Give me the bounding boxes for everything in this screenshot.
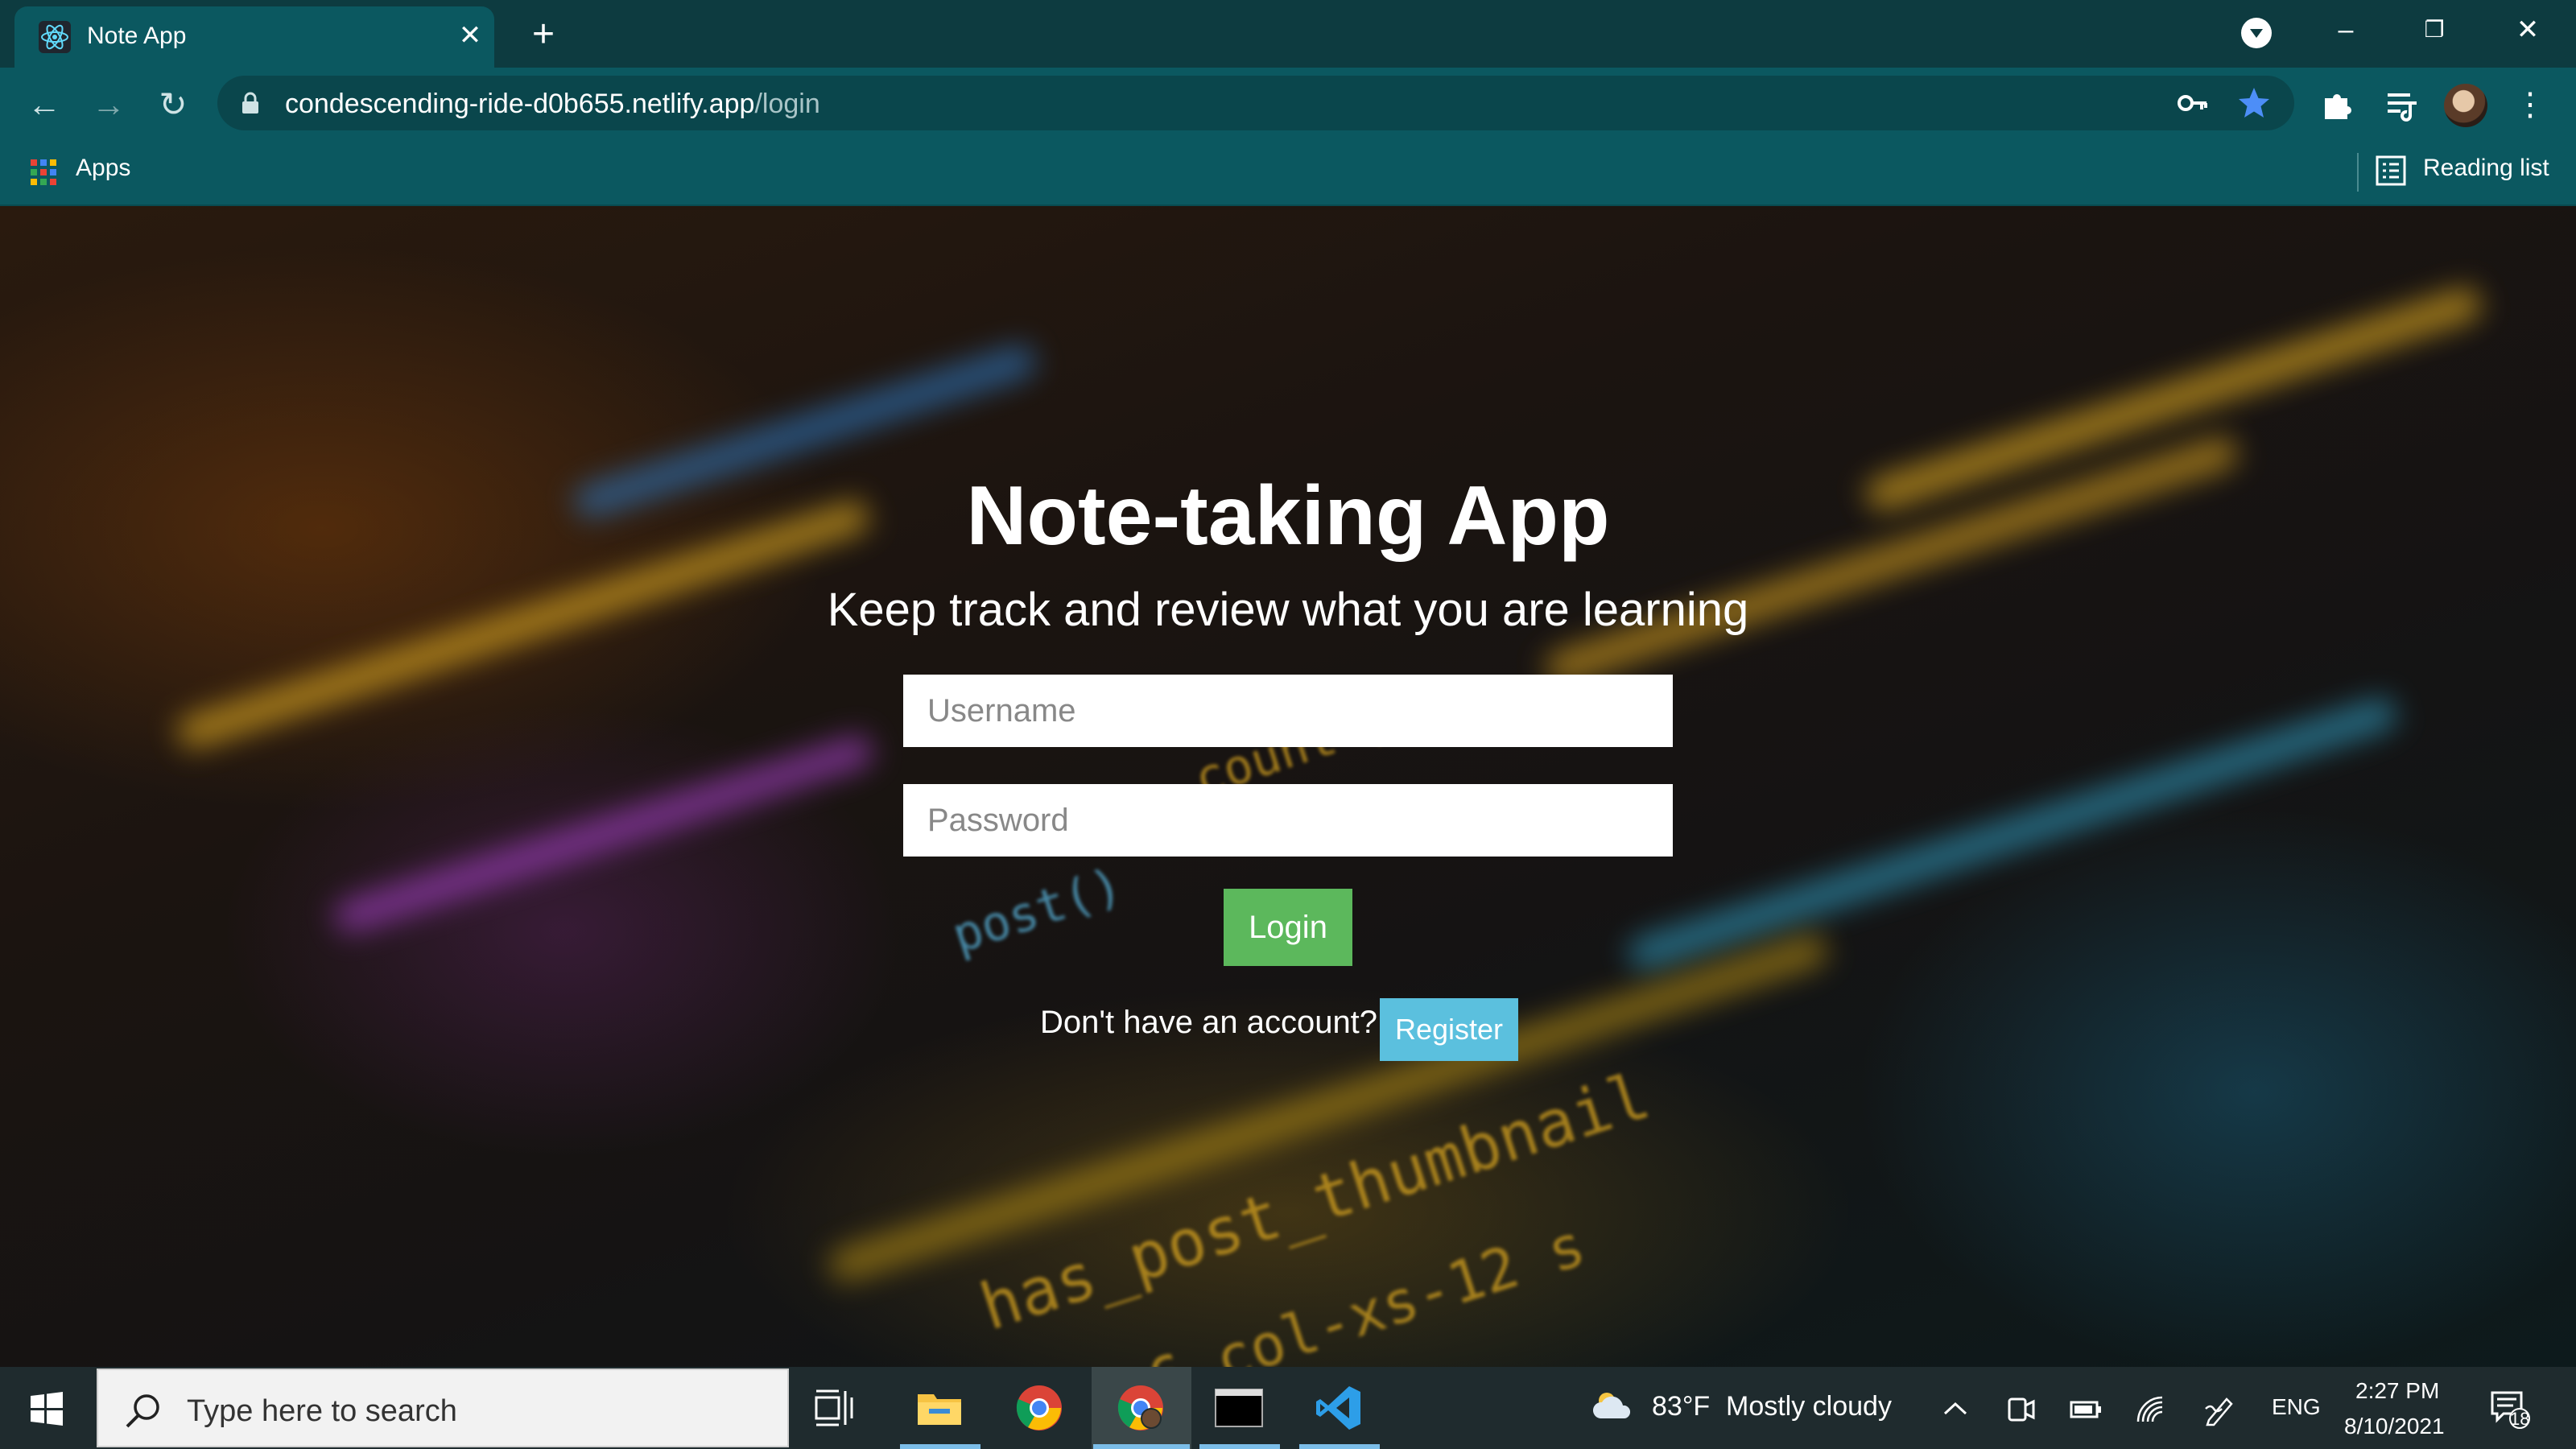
terminal-indicator: [1199, 1444, 1280, 1449]
login-button[interactable]: Login: [1224, 889, 1352, 966]
bookmarks-divider: [2357, 153, 2359, 192]
weather-description[interactable]: Mostly cloudy: [1726, 1391, 1892, 1422]
search-placeholder: Type here to search: [187, 1394, 457, 1428]
reading-list-icon[interactable]: [2375, 155, 2407, 187]
new-tab-button[interactable]: +: [522, 14, 565, 58]
clock-date[interactable]: 8/10/2021: [2344, 1414, 2445, 1439]
key-icon[interactable]: [2177, 89, 2209, 118]
address-bar[interactable]: condescending-ride-d0b655.netlify.app/lo…: [217, 76, 2294, 130]
windows-start-icon[interactable]: [29, 1391, 64, 1426]
search-icon: [126, 1394, 159, 1428]
media-queue-icon[interactable]: [2383, 85, 2421, 124]
chevron-up-icon[interactable]: [1938, 1393, 1972, 1426]
file-explorer-icon[interactable]: [914, 1383, 964, 1433]
chrome-profile-icon[interactable]: [1116, 1383, 1166, 1433]
taskbar-search-box[interactable]: Type here to search: [97, 1368, 789, 1447]
no-account-text: Don't have an account?: [1040, 1005, 1378, 1040]
profile-avatar[interactable]: [2444, 84, 2487, 127]
login-page: has_post_thumbnail col-sm-6 col-xs-12 s …: [0, 206, 2576, 1367]
chrome-profile-indicator: [1093, 1444, 1190, 1449]
bookmark-star-icon[interactable]: [2236, 85, 2272, 121]
browser-toolbar: ← → ↻ condescending-ride-d0b655.netlify.…: [0, 68, 2576, 140]
vscode-indicator: [1299, 1444, 1380, 1449]
language-indicator[interactable]: ENG: [2272, 1394, 2321, 1420]
browser-title-bar: Note App ✕ + – ❐ ✕: [0, 0, 2576, 68]
weather-temperature[interactable]: 83°F: [1652, 1391, 1710, 1422]
url-text: condescending-ride-d0b655.netlify.app/lo…: [285, 89, 820, 119]
tab-title: Note App: [87, 23, 187, 49]
weather-cloud-icon[interactable]: [1591, 1388, 1636, 1422]
minimize-button[interactable]: –: [2322, 10, 2370, 50]
vscode-icon[interactable]: [1314, 1383, 1364, 1433]
background-code-text: post(): [945, 857, 1129, 964]
close-window-button[interactable]: ✕: [2504, 10, 2552, 50]
bookmarks-bar: Apps Reading list: [0, 140, 2576, 206]
browser-tab-note-app[interactable]: Note App ✕: [14, 6, 494, 68]
restore-button[interactable]: ❐: [2410, 10, 2458, 50]
extensions-puzzle-icon[interactable]: [2318, 85, 2357, 124]
forward-arrow-icon[interactable]: →: [87, 84, 130, 127]
battery-icon[interactable]: [2069, 1393, 2103, 1426]
reading-list-button[interactable]: Reading list: [2423, 155, 2549, 182]
terminal-icon[interactable]: [1214, 1383, 1264, 1433]
page-subtitle: Keep track and review what you are learn…: [827, 584, 1749, 636]
windows-taskbar: Type here to search 83°F Mostly cloudy E…: [0, 1367, 2576, 1449]
chrome-icon[interactable]: [1014, 1383, 1064, 1433]
notification-count-badge: 18: [2510, 1409, 2530, 1429]
reload-icon[interactable]: ↻: [151, 84, 195, 127]
react-icon: [39, 21, 71, 53]
background-blur: [1624, 694, 2401, 974]
back-arrow-icon[interactable]: ←: [23, 84, 66, 127]
lock-icon: [242, 92, 258, 114]
tab-search-icon[interactable]: [2241, 18, 2272, 48]
register-button[interactable]: Register: [1380, 998, 1518, 1061]
clock-time[interactable]: 2:27 PM: [2355, 1378, 2439, 1404]
wifi-icon[interactable]: [2133, 1393, 2167, 1426]
meet-now-icon[interactable]: [2004, 1393, 2038, 1426]
background-blur: [330, 731, 877, 937]
password-input[interactable]: [903, 784, 1673, 857]
file-explorer-indicator: [900, 1444, 980, 1449]
username-input[interactable]: [903, 675, 1673, 747]
apps-grid-icon[interactable]: [29, 158, 58, 187]
more-menu-icon[interactable]: ⋮: [2508, 84, 2552, 127]
close-tab-icon[interactable]: ✕: [452, 18, 488, 53]
task-view-icon[interactable]: [813, 1383, 855, 1433]
page-title: Note-taking App: [966, 469, 1610, 563]
pen-icon[interactable]: [2202, 1393, 2236, 1426]
apps-bookmark[interactable]: Apps: [76, 155, 130, 182]
